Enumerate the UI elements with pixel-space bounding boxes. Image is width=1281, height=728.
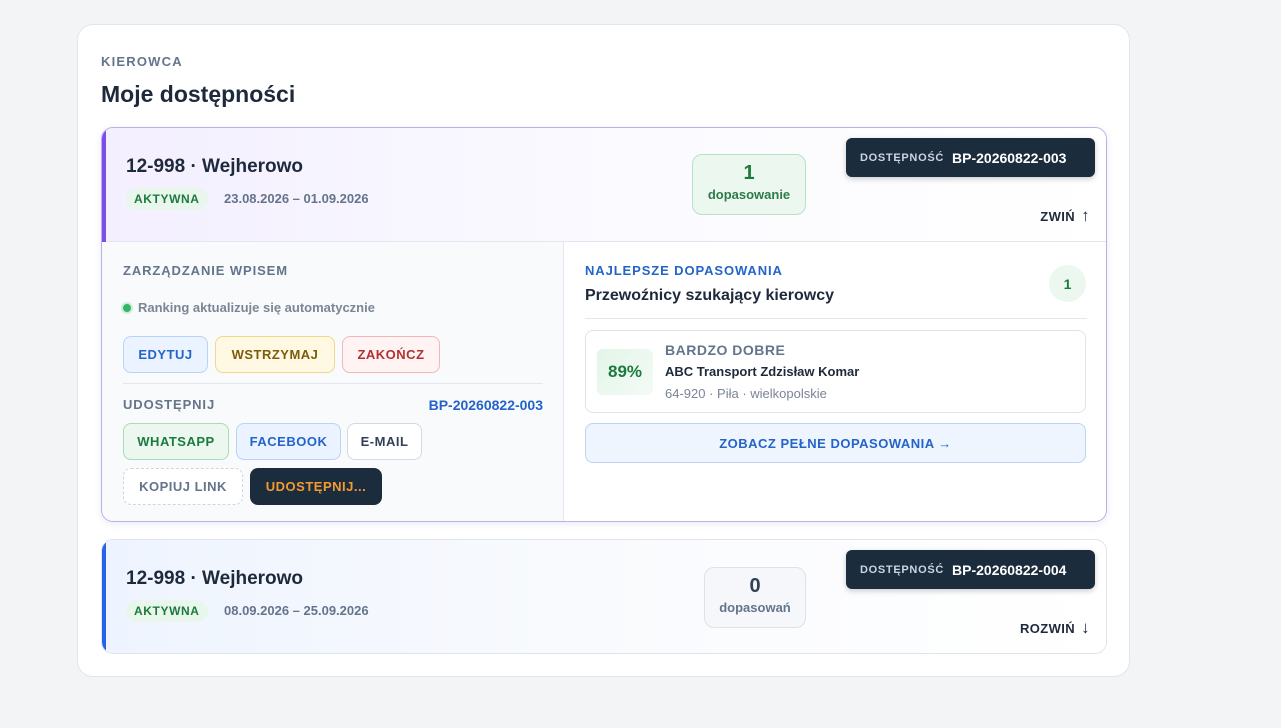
divider [585,318,1087,319]
card-header[interactable]: 12-998 · Wejherowo AKTYWNA 08.09.2026 – … [102,540,1106,653]
availability-id-value: BP-20260822-003 [952,149,1067,166]
best-matches-count: 1 [1049,265,1086,302]
match-quality: BARDZO DOBRE [665,342,786,358]
email-share-button[interactable]: E-MAIL [347,423,422,460]
share-more-button[interactable]: UDOSTĘPNIJ... [250,468,382,505]
carrier-name: ABC Transport Zdzisław Komar [665,364,860,379]
arrow-up-icon: ↑ [1081,206,1090,225]
card-route: 12-998 · Wejherowo [126,568,304,589]
availability-id-key: DOSTĘPNOŚĆ [860,151,945,164]
availability-id-key: DOSTĘPNOŚĆ [860,563,945,576]
live-dot-icon [123,303,131,312]
match-count-box: 1 dopasowanie [692,154,806,215]
best-matches-title: Przewoźnicy szukający kierowcy [585,287,835,304]
match-item[interactable]: 89% BARDZO DOBRE ABC Transport Zdzisław … [585,330,1086,413]
copy-link-button[interactable]: KOPIUJ LINK [123,468,243,505]
facebook-share-button[interactable]: FACEBOOK [236,423,341,460]
management-pane: ZARZĄDZANIE WPISEM Ranking aktualizuje s… [102,242,564,521]
card-accent-bar [102,540,106,653]
carrier-location: 64-920 · Piła · wielkopolskie [665,386,827,401]
see-all-matches-button[interactable]: ZOBACZ PEŁNE DOPASOWANIA → [585,423,1086,463]
card-route: 12-998 · Wejherowo [126,156,304,177]
toggle-label: ROZWIŃ [1019,620,1076,636]
auto-ranking-text: Ranking aktualizuje się automatycznie [138,300,375,315]
edit-button[interactable]: EDYTUJ [123,336,208,373]
toggle-label: ZWIŃ [1040,208,1076,224]
availability-card: 12-998 · Wejherowo AKTYWNA 08.09.2026 – … [101,539,1107,654]
availability-panel: KIEROWCA Moje dostępności 12-998 · Wejhe… [77,24,1130,677]
page-title: Moje dostępności [101,81,296,107]
auto-ranking-note: Ranking aktualizuje się automatycznie [123,300,375,315]
status-badge: AKTYWNA [126,188,208,210]
share-id: BP-20260822-003 [428,397,543,413]
collapse-toggle[interactable]: ZWIŃ ↑ [1040,206,1090,226]
section-eyebrow: KIEROWCA [101,54,183,69]
management-title: ZARZĄDZANIE WPISEM [123,263,288,278]
card-header[interactable]: 12-998 · Wejherowo AKTYWNA 23.08.2026 – … [102,128,1106,242]
share-title: UDOSTĘPNIJ [123,397,216,412]
match-count: 0 [749,575,761,597]
status-badge: AKTYWNA [126,600,208,622]
date-range: 23.08.2026 – 01.09.2026 [224,191,369,206]
availability-id-value: BP-20260822-004 [952,561,1067,578]
expand-toggle[interactable]: ROZWIŃ ↓ [1020,618,1090,638]
arrow-down-icon: ↓ [1081,618,1090,637]
match-percent: 89% [597,349,653,395]
whatsapp-share-button[interactable]: WHATSAPP [123,423,229,460]
pause-button[interactable]: WSTRZYMAJ [215,336,335,373]
end-button[interactable]: ZAKOŃCZ [342,336,440,373]
match-count-label: dopasowań [719,600,791,615]
card-accent-bar [102,128,106,242]
availability-id-badge: DOSTĘPNOŚĆ BP-20260822-003 [846,138,1095,177]
match-count-label: dopasowanie [707,187,791,202]
date-range: 08.09.2026 – 25.09.2026 [224,603,369,618]
availability-id-badge: DOSTĘPNOŚĆ BP-20260822-004 [846,550,1095,589]
match-count-box: 0 dopasowań [704,567,806,628]
best-matches-pane: NAJLEPSZE DOPASOWANIA Przewoźnicy szukaj… [564,242,1106,521]
best-matches-eyebrow: NAJLEPSZE DOPASOWANIA [585,263,783,278]
availability-card: 12-998 · Wejherowo AKTYWNA 23.08.2026 – … [101,127,1107,522]
divider [123,383,543,384]
match-count: 1 [743,162,755,184]
